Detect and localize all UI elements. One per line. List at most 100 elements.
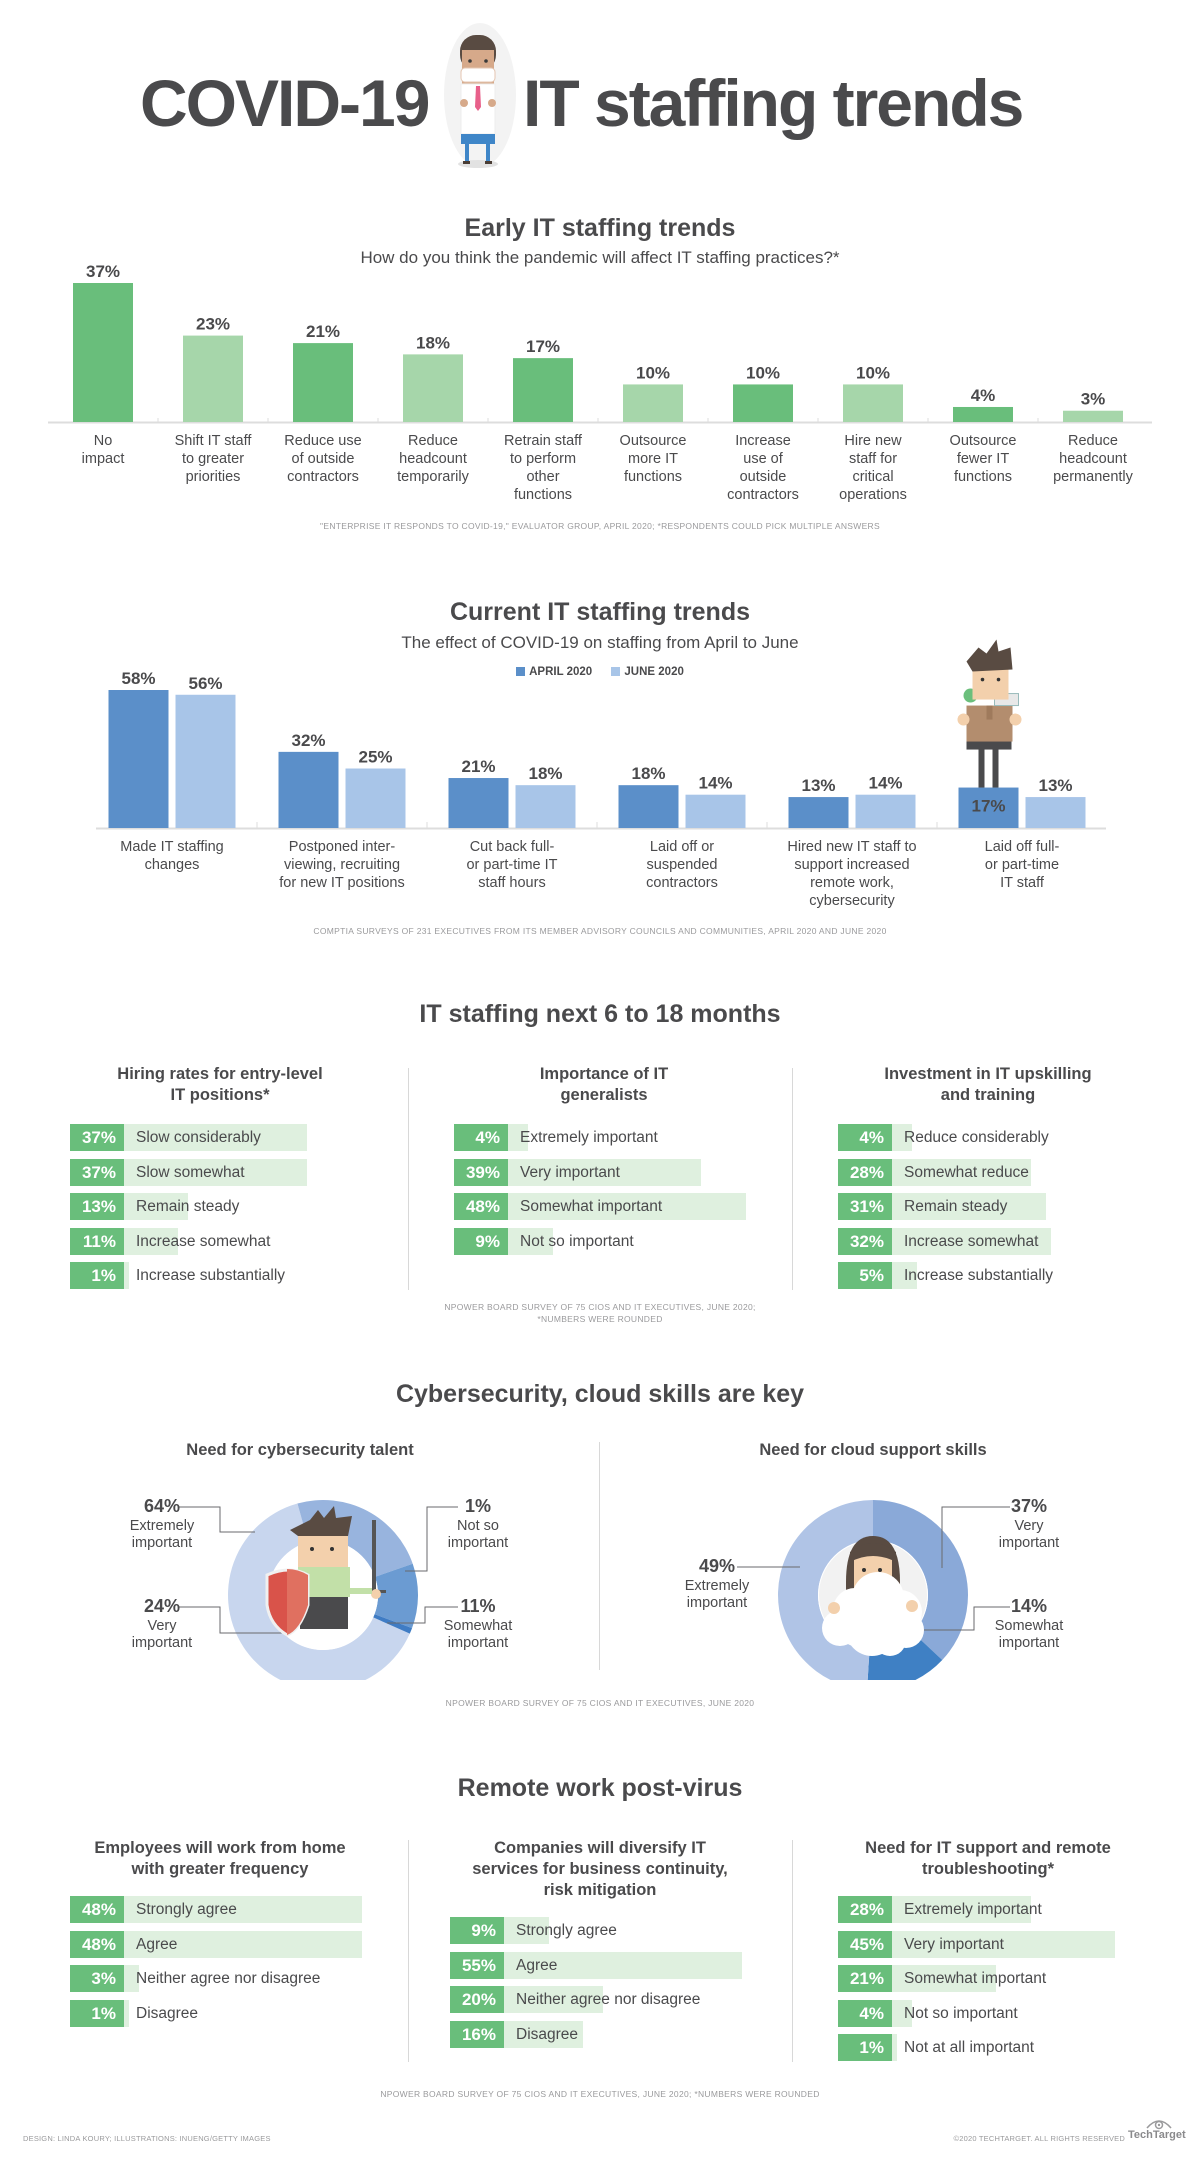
- column-divider: [792, 1840, 793, 2062]
- percent-badge: 1%: [70, 1262, 124, 1289]
- list-item: 13% Remain steady: [70, 1193, 370, 1220]
- bar-june: [175, 694, 236, 828]
- next-months-footnote-line1: NPower board survey of 75 CIOs and IT ex…: [444, 1302, 756, 1312]
- row-label: Disagree: [516, 2025, 579, 2043]
- column-title-line: Companies will diversify IT: [494, 1839, 706, 1857]
- column-divider: [792, 1068, 793, 1290]
- bar: [623, 384, 683, 422]
- list-item: 1% Not at all important: [838, 2034, 1138, 2061]
- percent-badge: 3%: [70, 1965, 124, 1992]
- category-label: No impact: [82, 433, 125, 467]
- bar-value-label: 58%: [121, 669, 155, 688]
- bar: [183, 335, 243, 422]
- percent-badge: 1%: [70, 1999, 124, 2027]
- current-trends-footnote: CompTIA surveys of 231 executives from i…: [313, 926, 887, 936]
- percent-badge: 20%: [450, 1986, 504, 2013]
- list-item: 55% Agree: [450, 1951, 750, 1979]
- category-label: Shift IT staff to greater priorities: [175, 433, 253, 485]
- bar-value-label: 17%: [971, 797, 1005, 816]
- skills-heading: Cybersecurity, cloud skills are key: [395, 1380, 805, 1408]
- column-title-line: Need for IT support and remote: [865, 1839, 1111, 1857]
- percent-value: 9%: [471, 1921, 496, 1940]
- list-item: 21% Somewhat important: [838, 1965, 1138, 1992]
- current-trends-bar-chart: 58% 56% Made IT staffing changes 32% 25% Postp…: [96, 639, 1106, 909]
- bar-value-label: 23%: [196, 315, 230, 334]
- list-item: 37% Slow somewhat: [70, 1158, 370, 1186]
- percent-badge: 48%: [454, 1193, 508, 1220]
- percent-value: 13%: [81, 1197, 116, 1216]
- row-label: Strongly agree: [136, 1901, 237, 1918]
- bar-april: [448, 778, 509, 828]
- percent-badge: 16%: [450, 2020, 504, 2048]
- column-title: Companies will diversify IT services for …: [430, 1838, 770, 1901]
- bar-april: [788, 797, 849, 828]
- category-label: Outsource more IT functions: [620, 433, 687, 485]
- percent-value: 5%: [859, 1266, 884, 1285]
- list-item: 16% Disagree: [450, 2020, 750, 2048]
- percent-value: 4%: [859, 1128, 884, 1147]
- list-item: 28% Somewhat reduce: [838, 1158, 1138, 1186]
- column-title-line: generalists: [560, 1086, 648, 1104]
- category-label: Hire new staff for critical operations: [839, 433, 907, 503]
- cyber-donut-chart: 64%Extremely important 24%Very important 11%…: [130, 1496, 513, 1680]
- percent-badge: 45%: [838, 1930, 892, 1958]
- category-label: Postponed inter-viewing, recruiting for n…: [279, 839, 404, 891]
- slice-category-label: Somewhat important: [995, 1618, 1064, 1651]
- category-label: Outsource fewer IT functions: [950, 433, 1017, 485]
- column-title-line: with greater frequency: [131, 1860, 309, 1878]
- slice-category-label: Very important: [999, 1518, 1059, 1551]
- category-label: Cut back full-or part-time IT staff hours: [466, 839, 557, 891]
- row-label: Increase substantially: [904, 1267, 1054, 1284]
- row-label: Not at all important: [904, 2039, 1035, 2056]
- eye-icon: [1146, 2120, 1172, 2130]
- list-item: 4% Extremely important: [454, 1124, 754, 1151]
- percent-value: 21%: [849, 1969, 884, 1988]
- row-label: Increase substantially: [136, 1267, 286, 1284]
- column-title-line: Hiring rates for entry-level: [117, 1065, 323, 1083]
- bar-value-label: 18%: [416, 333, 450, 352]
- row-label: Somewhat reduce: [904, 1163, 1029, 1181]
- list-item: 45% Very important: [838, 1930, 1138, 1958]
- column-title-line: Importance of IT: [539, 1065, 669, 1083]
- bar-april: [278, 751, 339, 828]
- bar-june: [345, 768, 406, 828]
- slice-value-label: 37%: [1011, 1496, 1047, 1516]
- bar-value-label: 4%: [971, 386, 996, 405]
- slice-value-label: 1%: [465, 1496, 491, 1516]
- percent-badge: 11%: [70, 1227, 124, 1255]
- percent-value: 3%: [91, 1969, 116, 1988]
- column-title: Need for IT support and remote troublesho…: [818, 1838, 1158, 1880]
- column-title-line: Employees will work from home: [94, 1839, 346, 1857]
- slice-category-label: Somewhat important: [444, 1618, 513, 1651]
- percent-badge: 4%: [838, 1999, 892, 2027]
- main-title-left: COVID-19: [140, 66, 430, 140]
- row-label: Not so important: [904, 2004, 1018, 2022]
- list-item: 32% Increase somewhat: [838, 1227, 1138, 1255]
- percent-badge: 48%: [70, 1896, 124, 1923]
- bar-value-label: 14%: [868, 774, 902, 793]
- column-title-line: and training: [940, 1086, 1036, 1104]
- percent-badge: 31%: [838, 1193, 892, 1220]
- current-trends-heading: Current IT staffing trends: [449, 598, 750, 626]
- slice-category-label: Not so important: [448, 1518, 508, 1551]
- row-label: Reduce considerably: [904, 1129, 1049, 1146]
- bar: [403, 354, 463, 422]
- brand-name: TechTarget: [1128, 2129, 1186, 2141]
- bar-value-label: 3%: [1081, 390, 1106, 409]
- percent-badge: 48%: [70, 1930, 124, 1958]
- percent-value: 4%: [475, 1128, 500, 1147]
- category-label: Increase use of outside contractors: [727, 433, 799, 503]
- row-label: Agree: [136, 1935, 178, 1953]
- category-label: Reduce headcount permanently: [1053, 433, 1134, 485]
- category-label: Laid off full-or part-time IT staff: [985, 839, 1060, 891]
- column-title-line: troubleshooting*: [922, 1860, 1054, 1878]
- bar-value-label: 10%: [856, 363, 890, 382]
- bar-value-label: 13%: [1038, 776, 1072, 795]
- skills-footnote: NPower board survey of 75 CIOs and IT ex…: [445, 1698, 755, 1708]
- tie: [475, 86, 481, 111]
- row-label: Slow considerably: [136, 1129, 261, 1146]
- list-item: 4% Reduce considerably: [838, 1124, 1138, 1151]
- category-label: Laid off or suspended contractors: [646, 839, 718, 891]
- list-item: 48% Somewhat important: [454, 1193, 754, 1220]
- percent-badge: 21%: [838, 1965, 892, 1992]
